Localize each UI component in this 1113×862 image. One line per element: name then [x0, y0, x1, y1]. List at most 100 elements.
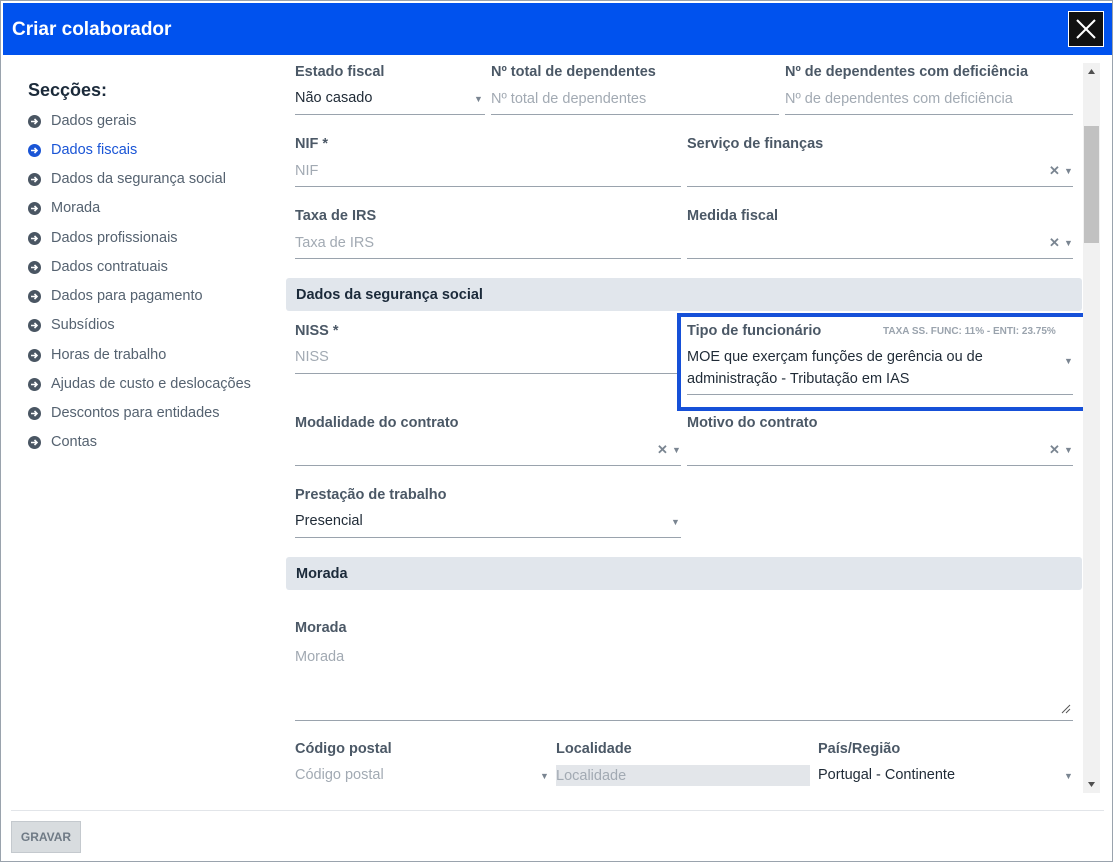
clear-x-icon[interactable]: ✕: [1049, 442, 1060, 458]
field-placeholder: Taxa de IRS: [295, 235, 374, 251]
content-scrollbar[interactable]: [1083, 63, 1100, 793]
close-icon: [1076, 19, 1096, 39]
section-title: Morada: [296, 566, 348, 582]
scroll-up-icon[interactable]: [1083, 63, 1100, 80]
prestacao-trabalho-select[interactable]: Prestação de trabalho Presencial ▼: [295, 487, 681, 539]
sidebar-item-dados-contratuais[interactable]: Dados contratuais: [28, 257, 168, 277]
field-label: Taxa de IRS: [295, 208, 377, 224]
sidebar-item-label: Ajudas de custo e deslocações: [51, 376, 251, 392]
arrow-circle-right-icon: [28, 260, 41, 274]
field-value: Presencial: [295, 513, 363, 529]
medida-fiscal-select[interactable]: Medida fiscal ✕ ▼: [687, 208, 1073, 260]
field-placeholder: Localidade: [556, 768, 627, 784]
morada-textarea[interactable]: Morada Morada: [295, 620, 1073, 722]
field-label: Nº de dependentes com deficiência: [785, 64, 1029, 80]
arrow-circle-right-icon: [28, 348, 41, 362]
close-button[interactable]: [1068, 11, 1104, 47]
sidebar-item-label: Descontos para entidades: [51, 405, 220, 421]
sidebar-item-descontos-entidades[interactable]: Descontos para entidades: [28, 403, 219, 423]
sections-sidebar: Secções: Dados gerais Dados fiscais Dado…: [1, 55, 271, 795]
sidebar-item-label: Dados da segurança social: [51, 171, 226, 187]
resize-grip-icon[interactable]: [1061, 704, 1071, 714]
field-label: NISS *: [295, 323, 339, 339]
sidebar-item-label: Contas: [51, 434, 97, 450]
sidebar-item-label: Subsídios: [51, 317, 115, 333]
field-placeholder: NIF: [295, 163, 319, 179]
caret-down-icon: ▼: [1064, 445, 1073, 455]
caret-down-icon: ▼: [474, 94, 483, 104]
clear-x-icon[interactable]: ✕: [1049, 235, 1060, 251]
sidebar-item-subsidios[interactable]: Subsídios: [28, 315, 115, 335]
sidebar-item-dados-gerais[interactable]: Dados gerais: [28, 111, 136, 131]
sidebar-item-dados-seguranca-social[interactable]: Dados da segurança social: [28, 169, 226, 189]
niss-input[interactable]: NISS * NISS: [295, 323, 681, 375]
field-placeholder: Nº de dependentes com deficiência: [785, 91, 1013, 107]
arrow-circle-right-icon: [28, 114, 41, 128]
nif-input[interactable]: NIF * NIF: [295, 136, 681, 188]
arrow-circle-right-icon: [28, 435, 41, 449]
field-label: Localidade: [556, 741, 632, 757]
arrow-circle-right-icon: [28, 231, 41, 245]
caret-down-icon: ▼: [540, 771, 549, 781]
motivo-contrato-select[interactable]: Motivo do contrato ✕ ▼: [687, 415, 1073, 467]
sidebar-item-ajudas-custo[interactable]: Ajudas de custo e deslocações: [28, 374, 251, 394]
modalidade-contrato-select[interactable]: Modalidade do contrato ✕ ▼: [295, 415, 681, 467]
sidebar-item-morada[interactable]: Morada: [28, 198, 100, 218]
highlight-tipo-funcionario: [677, 313, 1088, 411]
field-placeholder: Código postal: [295, 767, 384, 783]
create-employee-dialog: Criar colaborador Secções: Dados gerais …: [0, 0, 1113, 862]
field-label: Motivo do contrato: [687, 415, 818, 431]
dialog-title: Criar colaborador: [12, 19, 172, 40]
sidebar-item-label: Dados para pagamento: [51, 288, 203, 304]
field-label: Serviço de finanças: [687, 136, 824, 152]
sidebar-item-dados-profissionais[interactable]: Dados profissionais: [28, 228, 178, 248]
section-title: Dados da segurança social: [296, 287, 483, 303]
localidade-input[interactable]: Localidade Localidade: [556, 741, 811, 793]
sidebar-item-label: Dados gerais: [51, 113, 137, 129]
field-value: Portugal - Continente: [818, 767, 956, 783]
estado-fiscal-select[interactable]: Estado fiscal Não casado ▼: [295, 64, 485, 116]
sidebar-item-contas[interactable]: Contas: [28, 432, 97, 452]
footer-divider: [11, 810, 1104, 811]
field-value: Não casado: [295, 90, 373, 106]
sidebar-item-label: Dados fiscais: [51, 142, 138, 158]
clear-x-icon[interactable]: ✕: [657, 442, 668, 458]
field-placeholder: Nº total de dependentes: [491, 91, 647, 107]
arrow-circle-right-icon: [28, 318, 41, 332]
caret-down-icon: ▼: [1064, 166, 1073, 176]
servico-financas-select[interactable]: Serviço de finanças ✕ ▼: [687, 136, 1073, 188]
section-header-morada: Morada: [286, 557, 1082, 590]
scroll-thumb[interactable]: [1084, 126, 1099, 243]
sidebar-item-label: Morada: [51, 200, 101, 216]
arrow-circle-right-icon: [28, 289, 41, 303]
codigo-postal-input[interactable]: Código postal Código postal ▼: [295, 741, 550, 793]
field-label: Morada: [295, 620, 347, 636]
arrow-circle-right-icon: [28, 143, 41, 157]
sidebar-item-label: Dados profissionais: [51, 230, 178, 246]
field-label: País/Região: [818, 741, 901, 757]
clear-x-icon[interactable]: ✕: [1049, 163, 1060, 179]
caret-down-icon: ▼: [1064, 771, 1073, 781]
field-label: Código postal: [295, 741, 392, 757]
field-placeholder: Morada: [295, 649, 345, 665]
field-label: Prestação de trabalho: [295, 487, 447, 503]
arrow-circle-right-icon: [28, 406, 41, 420]
save-button[interactable]: GRAVAR: [11, 821, 81, 853]
sidebar-item-horas-trabalho[interactable]: Horas de trabalho: [28, 345, 166, 365]
pais-regiao-select[interactable]: País/Região Portugal - Continente ▼: [818, 741, 1073, 793]
sidebar-item-dados-fiscais[interactable]: Dados fiscais: [28, 140, 137, 160]
total-dependentes-input[interactable]: Nº total de dependentes Nº total de depe…: [491, 64, 779, 116]
arrow-circle-right-icon: [28, 172, 41, 186]
sidebar-title: Secções:: [28, 80, 108, 100]
dialog-header: Criar colaborador: [3, 3, 1112, 55]
sidebar-item-dados-pagamento[interactable]: Dados para pagamento: [28, 286, 203, 306]
taxa-irs-input[interactable]: Taxa de IRS Taxa de IRS: [295, 208, 681, 260]
field-placeholder: NISS: [295, 349, 329, 365]
field-label: Medida fiscal: [687, 208, 779, 224]
sidebar-item-label: Horas de trabalho: [51, 347, 167, 363]
scroll-down-icon[interactable]: [1083, 776, 1100, 793]
field-label: Nº total de dependentes: [491, 64, 656, 80]
sidebar-item-label: Dados contratuais: [51, 259, 168, 275]
dependentes-deficiencia-input[interactable]: Nº de dependentes com deficiência Nº de …: [785, 64, 1073, 116]
field-label: Modalidade do contrato: [295, 415, 459, 431]
